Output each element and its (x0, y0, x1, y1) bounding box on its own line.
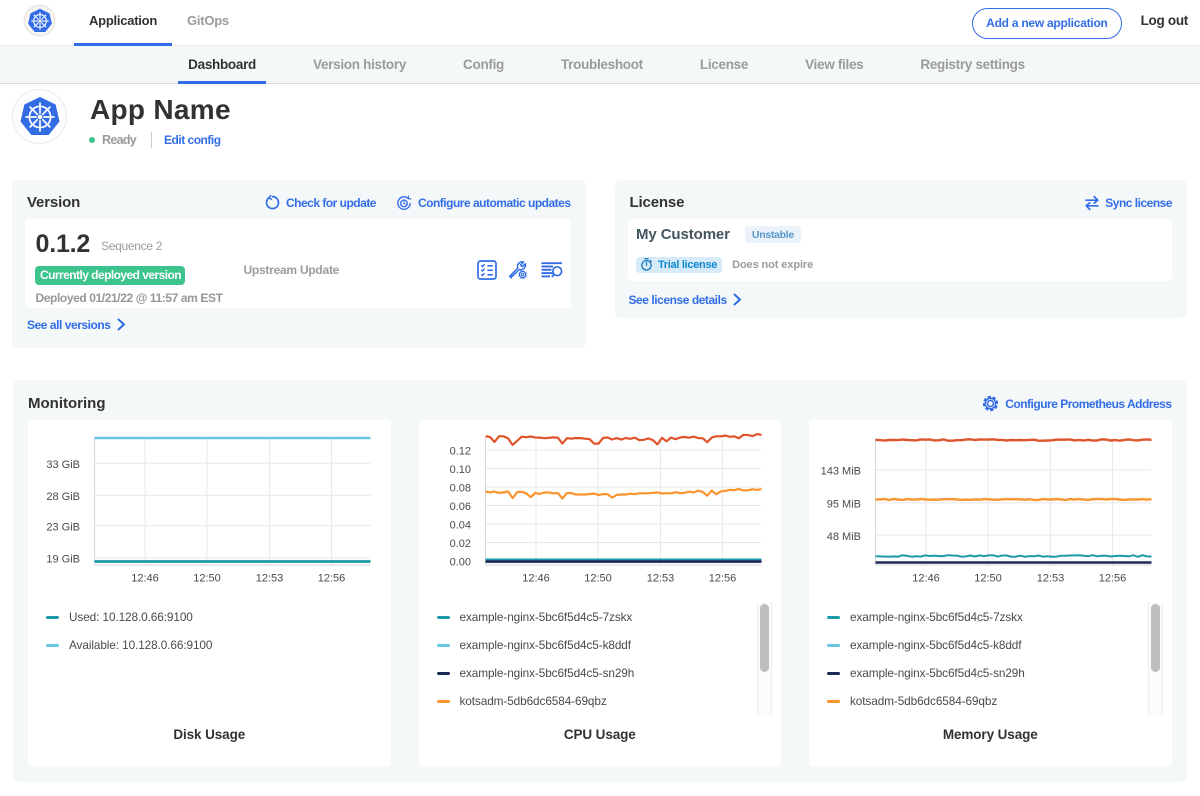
svg-text:0.02: 0.02 (449, 538, 470, 550)
svg-text:12:53: 12:53 (256, 573, 284, 585)
svg-text:143 MiB: 143 MiB (821, 466, 861, 478)
svg-text:12:53: 12:53 (1037, 573, 1065, 585)
svg-text:0.08: 0.08 (449, 483, 470, 495)
svg-text:48 MiB: 48 MiB (827, 531, 861, 543)
svg-text:0.00: 0.00 (449, 557, 470, 569)
svg-text:28 GiB: 28 GiB (46, 491, 80, 503)
svg-text:12:53: 12:53 (646, 573, 674, 585)
svg-text:12:56: 12:56 (1099, 573, 1127, 585)
svg-text:12:46: 12:46 (912, 573, 940, 585)
svg-text:23 GiB: 23 GiB (46, 521, 80, 533)
svg-text:12:50: 12:50 (974, 573, 1002, 585)
svg-text:95 MiB: 95 MiB (827, 499, 861, 511)
svg-text:0.06: 0.06 (449, 501, 470, 513)
svg-text:12:50: 12:50 (584, 573, 612, 585)
svg-text:12:56: 12:56 (708, 573, 736, 585)
svg-text:33 GiB: 33 GiB (46, 459, 80, 471)
svg-text:12:46: 12:46 (131, 573, 159, 585)
svg-text:0.04: 0.04 (449, 520, 470, 532)
svg-text:12:50: 12:50 (193, 573, 221, 585)
svg-text:0.10: 0.10 (449, 464, 470, 476)
svg-text:19 GiB: 19 GiB (46, 554, 80, 566)
svg-text:12:56: 12:56 (318, 573, 346, 585)
svg-text:0.12: 0.12 (449, 446, 470, 458)
svg-text:12:46: 12:46 (522, 573, 550, 585)
